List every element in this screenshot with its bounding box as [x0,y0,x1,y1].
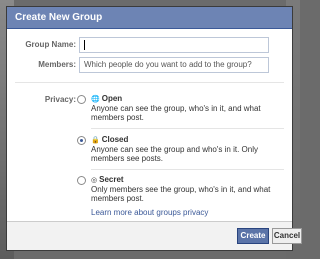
privacy-radio-closed[interactable] [77,136,86,145]
create-group-dialog: Create New Group Group Name: Members: Wh… [6,6,302,251]
privacy-desc-secret: Only members see the group, who's in it,… [91,185,271,203]
divider [91,169,284,170]
divider [15,82,284,83]
create-button[interactable]: Create [237,228,269,244]
globe-icon: 🌐 [91,96,100,103]
privacy-desc-open: Anyone can see the group, who's in it, a… [91,104,261,122]
privacy-option-secret[interactable]: ◎ Secret [91,175,124,184]
dialog-title: Create New Group [7,7,292,29]
dialog-footer: Create Cancel [7,221,302,250]
privacy-option-closed[interactable]: 🔒 Closed [91,135,128,144]
privacy-radio-secret[interactable] [77,176,86,185]
privacy-option-open[interactable]: 🌐 Open [91,94,122,103]
members-placeholder: Which people do you want to add to the g… [84,60,252,69]
text-caret [84,39,85,50]
members-label: Members: [38,60,76,69]
cancel-button[interactable]: Cancel [272,228,302,244]
privacy-label: Privacy: [44,95,76,104]
group-name-input[interactable] [79,37,269,53]
lock-icon: 🔒 [91,137,100,144]
privacy-radio-open[interactable] [77,95,86,104]
group-name-label: Group Name: [25,40,76,49]
members-input[interactable]: Which people do you want to add to the g… [79,57,269,73]
divider [91,128,284,129]
privacy-desc-closed: Anyone can see the group and who's in it… [91,145,258,163]
secret-icon: ◎ [91,177,98,184]
privacy-help-link[interactable]: Learn more about groups privacy [91,208,208,217]
